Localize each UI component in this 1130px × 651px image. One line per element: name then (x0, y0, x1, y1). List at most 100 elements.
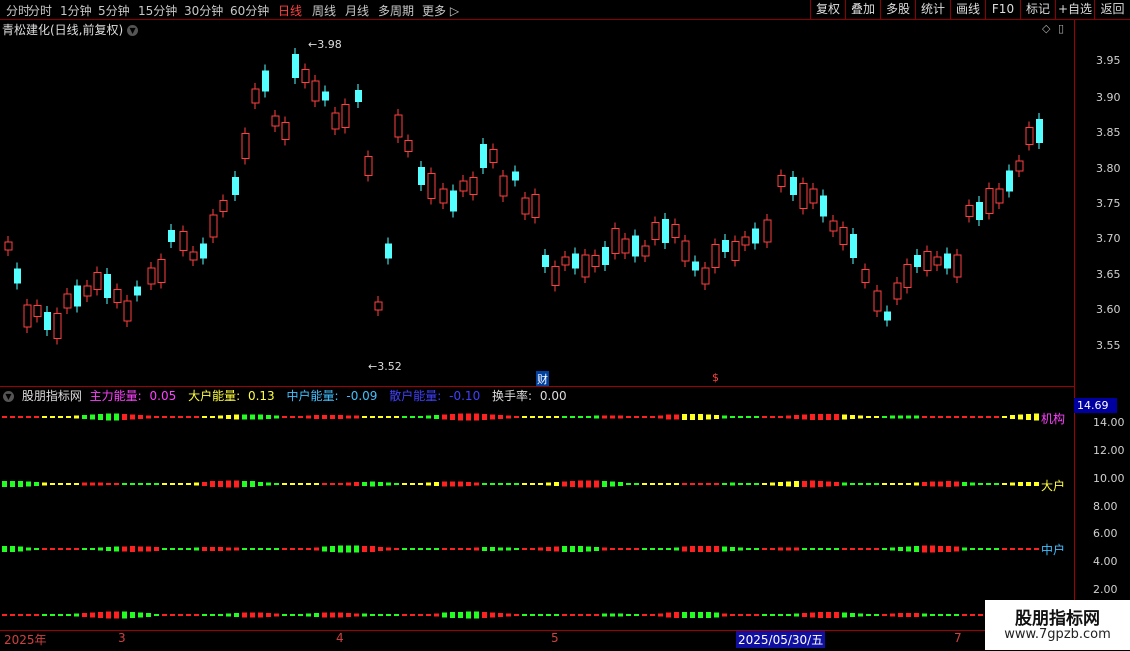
energy-bar (538, 416, 543, 418)
energy-bar (1034, 548, 1039, 550)
energy-bar (762, 548, 767, 550)
candle-body (641, 245, 650, 257)
energy-bar (554, 482, 559, 486)
period-day[interactable]: 日线 (278, 2, 302, 19)
energy-bar (114, 413, 119, 421)
energy-bar (466, 482, 471, 486)
candle-body (903, 264, 912, 288)
energy-bar (234, 414, 239, 420)
energy-bar (378, 547, 383, 551)
candle-body (83, 285, 92, 297)
period-tick-label[interactable]: 分时 (28, 2, 52, 19)
energy-bar (842, 548, 847, 550)
energy-bar (186, 483, 191, 485)
energy-bar (10, 416, 15, 418)
energy-bar (386, 547, 391, 551)
energy-bar (666, 612, 671, 618)
energy-bar (922, 545, 927, 553)
energy-bar (146, 546, 151, 552)
energy-bar (194, 416, 199, 418)
energy-bar (98, 414, 103, 420)
dividend-marker[interactable]: $ (712, 371, 719, 384)
period-1min[interactable]: 1分钟 (60, 2, 92, 19)
energy-bar (362, 482, 367, 486)
back-button[interactable]: 返回 (1094, 0, 1130, 19)
candlestick-chart[interactable] (0, 36, 1074, 386)
energy-bar (10, 481, 15, 487)
layout-icon[interactable]: ▯ (1058, 22, 1064, 35)
energy-bar (826, 612, 831, 618)
energy-bar (490, 612, 495, 618)
energy-bar (178, 416, 183, 418)
energy-bar (738, 483, 743, 485)
energy-bar (362, 613, 367, 617)
energy-bar (578, 416, 583, 418)
mark-button[interactable]: 标记 (1020, 0, 1055, 19)
energy-bar (794, 415, 799, 419)
period-60min[interactable]: 60分钟 (230, 2, 269, 19)
overlay-button[interactable]: 叠加 (845, 0, 880, 19)
energy-bar (2, 614, 7, 616)
energy-bar (1026, 482, 1031, 486)
energy-bar (562, 614, 567, 616)
energy-bar (530, 614, 535, 616)
candle-body (873, 290, 882, 312)
energy-bar (626, 548, 631, 550)
draw-button[interactable]: 画线 (950, 0, 985, 19)
energy-bar (314, 613, 319, 617)
energy-bar (330, 483, 335, 485)
energy-bar (482, 612, 487, 618)
period-month[interactable]: 月线 (345, 2, 369, 19)
energy-bar (578, 614, 583, 616)
add-watchlist-button[interactable]: +自选 (1055, 0, 1094, 19)
energy-bar (10, 546, 15, 552)
financial-report-marker[interactable]: 财 (536, 371, 549, 387)
period-30min[interactable]: 30分钟 (184, 2, 223, 19)
period-more[interactable]: 更多 ▷ (422, 2, 459, 19)
period-multi[interactable]: 多周期 (378, 2, 414, 19)
energy-bar (42, 614, 47, 616)
candle-body (692, 261, 699, 271)
date-tick: 2025年 (4, 633, 47, 647)
energy-bar (986, 548, 991, 550)
candle-body (404, 140, 413, 152)
candle-body (995, 188, 1004, 204)
adjust-button[interactable]: 复权 (810, 0, 845, 19)
energy-bar (794, 613, 799, 617)
energy-bar (602, 547, 607, 551)
energy-bar (1034, 482, 1039, 486)
energy-bar (994, 416, 999, 418)
energy-bar (802, 548, 807, 550)
candle-body (621, 238, 630, 254)
candle-body (1025, 127, 1034, 145)
energy-bar (418, 614, 423, 616)
energy-bar (146, 415, 151, 419)
energy-bar (354, 415, 359, 419)
energy-bar (1034, 413, 1039, 421)
dropdown-icon[interactable]: ▼ (127, 25, 139, 36)
energy-bar (322, 483, 327, 485)
energy-bar (458, 548, 463, 550)
period-week[interactable]: 周线 (312, 2, 336, 19)
energy-bar (50, 416, 55, 418)
period-5min[interactable]: 5分钟 (98, 2, 130, 19)
candle-body (632, 235, 639, 257)
energy-bar (962, 614, 967, 616)
energy-bar (506, 547, 511, 551)
indicator-tick: 6.00 (1093, 527, 1118, 540)
energy-bar (642, 548, 647, 550)
multi-stock-button[interactable]: 多股 (880, 0, 915, 19)
f10-button[interactable]: F10 (985, 0, 1020, 19)
period-tick[interactable]: 分时 (6, 2, 30, 19)
watermark-logo: 股朋指标网 www.7gpzb.com (985, 600, 1130, 650)
energy-bar (234, 480, 239, 488)
indicator-dropdown-icon[interactable]: ▼ (3, 391, 14, 402)
energy-bar (386, 614, 391, 616)
indicator-tick: 10.00 (1093, 472, 1125, 485)
period-15min[interactable]: 15分钟 (138, 2, 177, 19)
energy-bar (962, 547, 967, 551)
diamond-icon[interactable]: ◇ (1042, 22, 1050, 35)
energy-bar (26, 547, 31, 551)
stats-button[interactable]: 统计 (915, 0, 950, 19)
indicator-chart[interactable] (0, 403, 1074, 629)
